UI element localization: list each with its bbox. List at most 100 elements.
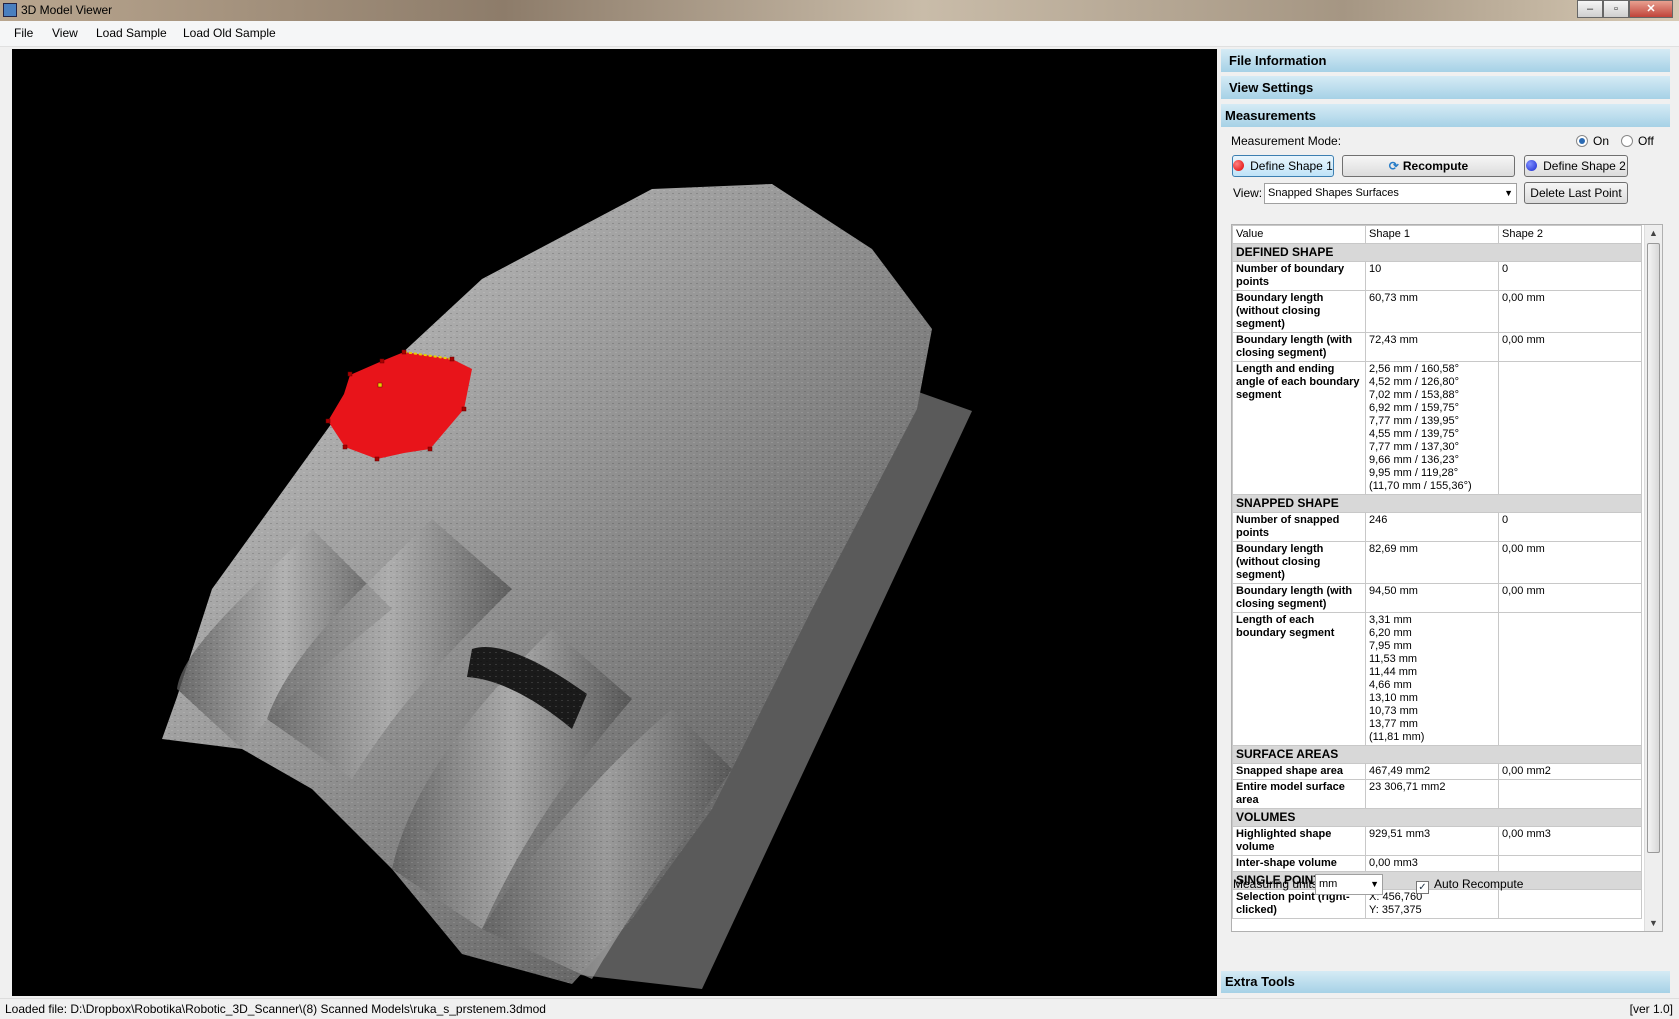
measurement-mode-label: Measurement Mode: xyxy=(1231,134,1342,148)
table-row[interactable]: Length and ending angle of each boundary… xyxy=(1232,361,1642,495)
check-icon: ✓ xyxy=(1416,881,1429,894)
row-label: Boundary length (without closing segment… xyxy=(1232,541,1366,584)
group-title: DEFINED SHAPE xyxy=(1232,243,1642,262)
menu-bar: File View Load Sample Load Old Sample xyxy=(0,21,1679,47)
row-label: Boundary length (without closing segment… xyxy=(1232,290,1366,333)
auto-recompute-checkbox[interactable]: ✓ Auto Recompute xyxy=(1416,877,1523,894)
shape-2-value xyxy=(1498,612,1642,746)
row-label: Number of snapped points xyxy=(1232,512,1366,542)
table-row[interactable]: Entire model surface area 23 306,71 mm2 xyxy=(1232,779,1642,809)
table-row[interactable]: Boundary length (with closing segment) 72… xyxy=(1232,332,1642,362)
group-title: VOLUMES xyxy=(1232,808,1642,827)
table-row[interactable]: Boundary length (without closing segment… xyxy=(1232,290,1642,333)
shape-2-value: 0 xyxy=(1498,261,1642,291)
table-row[interactable]: Boundary length (with closing segment) 94… xyxy=(1232,583,1642,613)
table-row[interactable]: Highlighted shape volume 929,51 mm3 0,00 m… xyxy=(1232,826,1642,856)
shape-1-value: 82,69 mm xyxy=(1365,541,1499,584)
delete-last-point-button[interactable]: Delete Last Point xyxy=(1524,182,1628,204)
grid-group-header: SURFACE AREAS xyxy=(1232,745,1642,764)
row-label: Entire model surface area xyxy=(1232,779,1366,809)
hand-model-render xyxy=(162,184,972,989)
table-row[interactable]: Snapped shape area 467,49 mm2 0,00 mm2 xyxy=(1232,763,1642,780)
mode-off-radio[interactable]: Off xyxy=(1621,134,1654,148)
col-header-value[interactable]: Value xyxy=(1232,225,1366,244)
scroll-up-icon[interactable]: ▲ xyxy=(1645,225,1662,241)
table-row[interactable]: Inter-shape volume 0,00 mm3 xyxy=(1232,855,1642,872)
status-bar: Loaded file: D:\Dropbox\Robotika\Robotic… xyxy=(0,998,1679,1018)
shape-1-value: 467,49 mm2 xyxy=(1365,763,1499,780)
table-row[interactable]: Length of each boundary segment 3,31 mm 6… xyxy=(1232,612,1642,746)
radio-off-indicator xyxy=(1621,135,1633,147)
row-label: Number of boundary points xyxy=(1232,261,1366,291)
group-title: SURFACE AREAS xyxy=(1232,745,1642,764)
grid-scrollbar[interactable]: ▲ ▼ xyxy=(1644,225,1662,931)
shape-2-value: 0,00 mm2 xyxy=(1498,763,1642,780)
shape-1-value: 3,31 mm 6,20 mm 7,95 mm 11,53 mm 11,44 m… xyxy=(1365,612,1499,746)
view-select[interactable]: Snapped Shapes Surfaces ▼ xyxy=(1264,183,1517,204)
mode-on-radio[interactable]: On xyxy=(1576,134,1609,148)
define-shape-2-button[interactable]: Define Shape 2 xyxy=(1524,155,1628,177)
shape-2-value: 0,00 mm xyxy=(1498,541,1642,584)
measuring-units-label: Measuring units: xyxy=(1233,877,1322,891)
row-label: Highlighted shape volume xyxy=(1232,826,1366,856)
3d-viewport[interactable] xyxy=(12,49,1217,996)
row-label: Length of each boundary segment xyxy=(1232,612,1366,746)
view-label: View: xyxy=(1233,186,1263,200)
col-header-shape-2[interactable]: Shape 2 xyxy=(1498,225,1642,244)
measurements-grid[interactable]: Value Shape 1 Shape 2 DEFINED SHAPE Numbe… xyxy=(1231,224,1663,932)
chevron-down-icon: ▼ xyxy=(1370,879,1379,889)
shape-2-value xyxy=(1498,779,1642,809)
grid-group-header: SNAPPED SHAPE xyxy=(1232,494,1642,513)
radio-on-indicator xyxy=(1576,135,1588,147)
shape-2-value: 0,00 mm3 xyxy=(1498,826,1642,856)
shape-1-value: 929,51 mm3 xyxy=(1365,826,1499,856)
grid-group-header: VOLUMES xyxy=(1232,808,1642,827)
section-extra-tools[interactable]: Extra Tools xyxy=(1221,971,1670,993)
define-shape-1-button[interactable]: Define Shape 1 xyxy=(1232,155,1334,177)
menu-load-sample[interactable]: Load Sample xyxy=(96,26,167,40)
recompute-button[interactable]: ⟳ Recompute xyxy=(1342,155,1515,177)
title-bar: 3D Model Viewer – ▫ ✕ xyxy=(0,0,1679,21)
scroll-down-icon[interactable]: ▼ xyxy=(1645,915,1662,931)
refresh-icon: ⟳ xyxy=(1388,159,1399,173)
shape-2-value xyxy=(1498,855,1642,872)
app-icon xyxy=(3,3,17,17)
menu-load-old-sample[interactable]: Load Old Sample xyxy=(183,26,276,40)
units-select[interactable]: mm ▼ xyxy=(1315,874,1383,895)
shape-1-value: 0,00 mm3 xyxy=(1365,855,1499,872)
window-title: 3D Model Viewer xyxy=(21,3,113,17)
loaded-file-status: Loaded file: D:\Dropbox\Robotika\Robotic… xyxy=(5,1002,546,1016)
menu-file[interactable]: File xyxy=(14,26,33,40)
section-file-information[interactable]: File Information xyxy=(1221,49,1670,72)
blue-dot-icon xyxy=(1526,160,1538,171)
maximize-button[interactable]: ▫ xyxy=(1603,0,1629,18)
shape-1-value: 60,73 mm xyxy=(1365,290,1499,333)
shape-2-value xyxy=(1498,361,1642,495)
table-row[interactable]: Number of snapped points 246 0 xyxy=(1232,512,1642,542)
scroll-thumb[interactable] xyxy=(1647,243,1660,853)
section-measurements[interactable]: Measurements xyxy=(1221,104,1670,127)
minimize-button[interactable]: – xyxy=(1577,0,1603,18)
section-view-settings[interactable]: View Settings xyxy=(1221,76,1670,99)
grid-group-header: DEFINED SHAPE xyxy=(1232,243,1642,262)
shape-2-value: 0,00 mm xyxy=(1498,583,1642,613)
shape-2-value: 0,00 mm xyxy=(1498,290,1642,333)
close-button[interactable]: ✕ xyxy=(1629,0,1673,18)
col-header-shape-1[interactable]: Shape 1 xyxy=(1365,225,1499,244)
red-dot-icon xyxy=(1233,160,1245,171)
version-label: [ver 1.0] xyxy=(1629,1002,1673,1016)
side-panel: File Information View Settings Measureme… xyxy=(1219,47,1679,997)
shape-2-value: 0 xyxy=(1498,512,1642,542)
grid-body: DEFINED SHAPE Number of boundary points 10… xyxy=(1232,243,1642,919)
chevron-down-icon: ▼ xyxy=(1504,188,1513,198)
shape-1-value: 72,43 mm xyxy=(1365,332,1499,362)
row-label: Boundary length (with closing segment) xyxy=(1232,332,1366,362)
shape-1-value: 94,50 mm xyxy=(1365,583,1499,613)
row-label: Length and ending angle of each boundary… xyxy=(1232,361,1366,495)
shape-2-value: 0,00 mm xyxy=(1498,332,1642,362)
menu-view[interactable]: View xyxy=(52,26,78,40)
row-label: Snapped shape area xyxy=(1232,763,1366,780)
table-row[interactable]: Number of boundary points 10 0 xyxy=(1232,261,1642,291)
row-label: Boundary length (with closing segment) xyxy=(1232,583,1366,613)
table-row[interactable]: Boundary length (without closing segment… xyxy=(1232,541,1642,584)
